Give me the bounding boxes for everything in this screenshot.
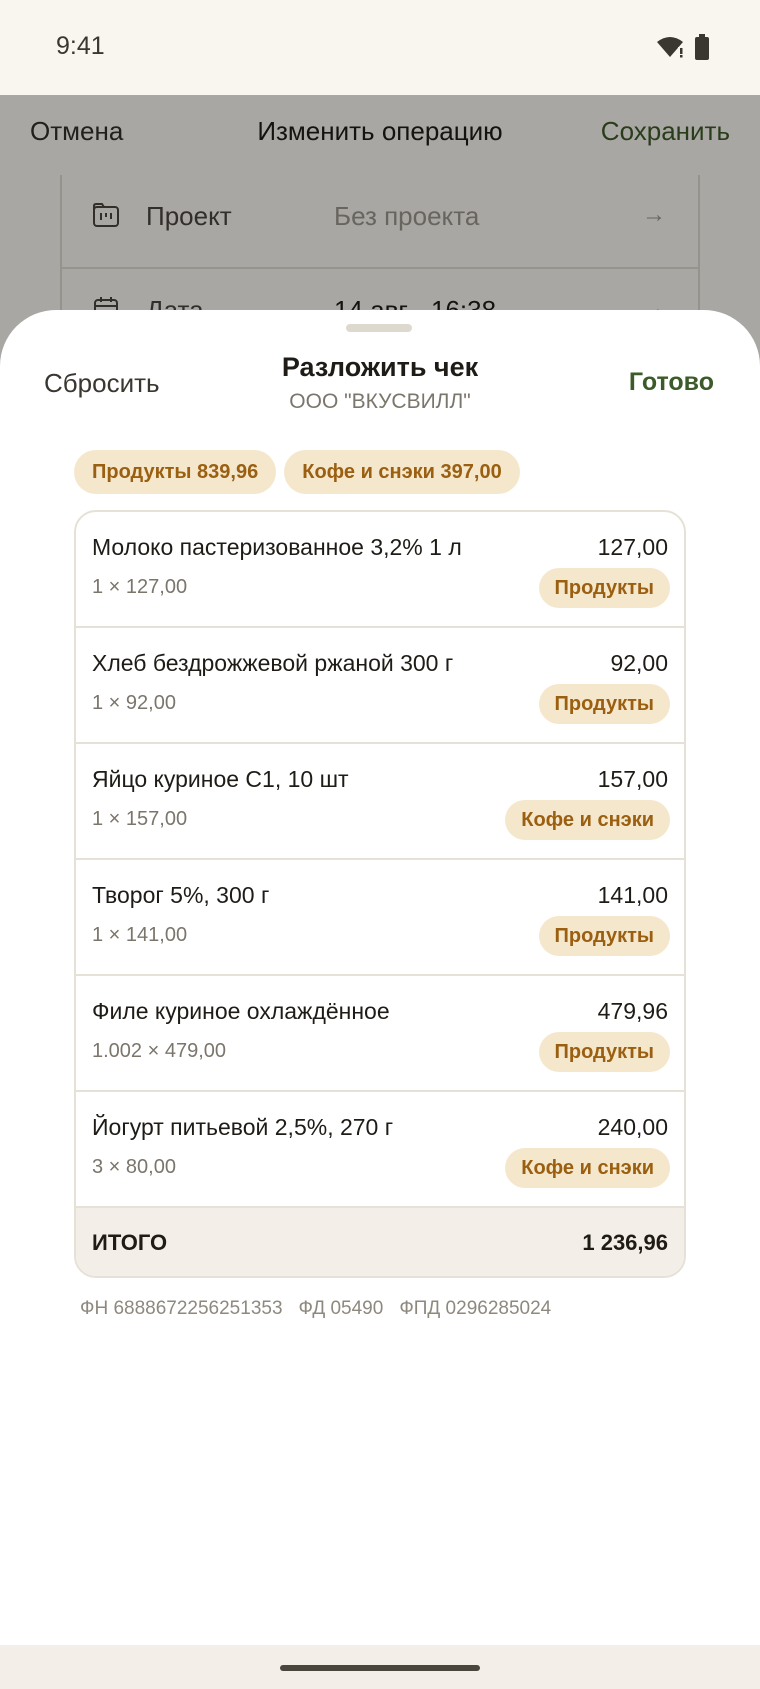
item-name: Творог 5%, 300 г xyxy=(92,882,270,908)
item-quantity: 1 × 141,00 xyxy=(92,924,188,946)
status-bar: 9:41 xyxy=(0,0,760,95)
category-summary-chip[interactable]: Продукты 839,96 xyxy=(74,450,277,494)
fiscal-fn: ФН 6888672256251353 xyxy=(80,1298,283,1319)
item-sum: 127,00 xyxy=(597,534,668,560)
receipt-item: Молоко пастеризованное 3,2% 1 л 127,00 1… xyxy=(76,512,684,628)
category-summary-chip[interactable]: Кофе и снэки 397,00 xyxy=(284,450,520,494)
status-icons xyxy=(656,34,710,60)
split-receipt-sheet: Сбросить Разложить чек ООО "ВКУСВИЛЛ" Го… xyxy=(0,310,760,1645)
item-name: Филе куриное охлаждённое xyxy=(92,998,390,1024)
item-sum: 92,00 xyxy=(610,650,668,676)
item-category-chip[interactable]: Продукты xyxy=(538,1032,670,1072)
total-label: ИТОГО xyxy=(92,1230,168,1255)
item-quantity: 1 × 157,00 xyxy=(92,808,188,830)
fiscal-fpd: ФПД 0296285024 xyxy=(399,1298,552,1319)
item-category-chip[interactable]: Кофе и снэки xyxy=(505,1148,670,1188)
receipt-item: Яйцо куриное С1, 10 шт 157,00 1 × 157,00… xyxy=(76,744,684,860)
item-quantity: 3 × 80,00 xyxy=(92,1156,176,1178)
system-nav-bar xyxy=(0,1645,760,1689)
item-sum: 479,96 xyxy=(597,998,668,1024)
status-time: 9:41 xyxy=(56,32,105,60)
receipt-item: Филе куриное охлаждённое 479,96 1.002 × … xyxy=(76,976,684,1092)
fiscal-info: ФН 6888672256251353 ФД 05490 ФПД 0296285… xyxy=(80,1298,551,1320)
receipt-item: Творог 5%, 300 г 141,00 1 × 141,00 Проду… xyxy=(76,860,684,976)
battery-icon xyxy=(695,34,709,60)
item-name: Хлеб бездрожжевой ржаной 300 г xyxy=(92,650,454,676)
item-quantity: 1 × 92,00 xyxy=(92,692,176,714)
item-name: Молоко пастеризованное 3,2% 1 л xyxy=(92,534,462,560)
wifi-icon xyxy=(657,37,683,58)
receipt-total: ИТОГО 1 236,96 xyxy=(76,1208,684,1276)
receipt-item: Хлеб бездрожжевой ржаной 300 г 92,00 1 ×… xyxy=(76,628,684,744)
sheet-drag-handle[interactable] xyxy=(346,324,412,332)
item-name: Яйцо куриное С1, 10 шт xyxy=(92,766,349,792)
item-category-chip[interactable]: Кофе и снэки xyxy=(505,800,670,840)
home-gesture-handle[interactable] xyxy=(280,1665,480,1671)
item-category-chip[interactable]: Продукты xyxy=(538,916,670,956)
receipt-item: Йогурт питьевой 2,5%, 270 г 240,00 3 × 8… xyxy=(76,1092,684,1208)
category-summary: Продукты 839,96 Кофе и снэки 397,00 xyxy=(74,450,520,494)
total-value: 1 236,96 xyxy=(582,1230,668,1255)
item-quantity: 1.002 × 479,00 xyxy=(92,1040,227,1062)
receipt-items-list: Молоко пастеризованное 3,2% 1 л 127,00 1… xyxy=(74,510,686,1278)
item-sum: 240,00 xyxy=(597,1114,668,1140)
item-quantity: 1 × 127,00 xyxy=(92,576,188,598)
done-button[interactable]: Готово xyxy=(629,368,714,397)
item-name: Йогурт питьевой 2,5%, 270 г xyxy=(92,1114,394,1140)
item-sum: 157,00 xyxy=(597,766,668,792)
item-category-chip[interactable]: Продукты xyxy=(538,684,670,724)
fiscal-fd: ФД 05490 xyxy=(298,1298,384,1319)
item-category-chip[interactable]: Продукты xyxy=(538,568,670,608)
item-sum: 141,00 xyxy=(597,882,668,908)
